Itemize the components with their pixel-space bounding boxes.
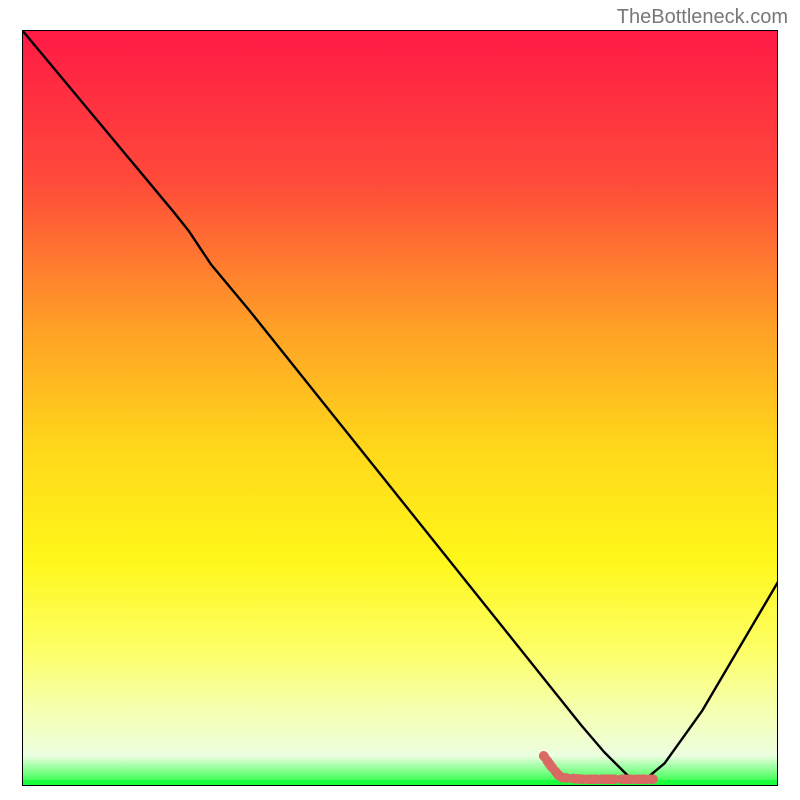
gradient-background [22,30,778,786]
chart-canvas [22,30,778,786]
watermark-label: TheBottleneck.com [617,6,788,29]
bottleneck-chart [22,30,778,786]
